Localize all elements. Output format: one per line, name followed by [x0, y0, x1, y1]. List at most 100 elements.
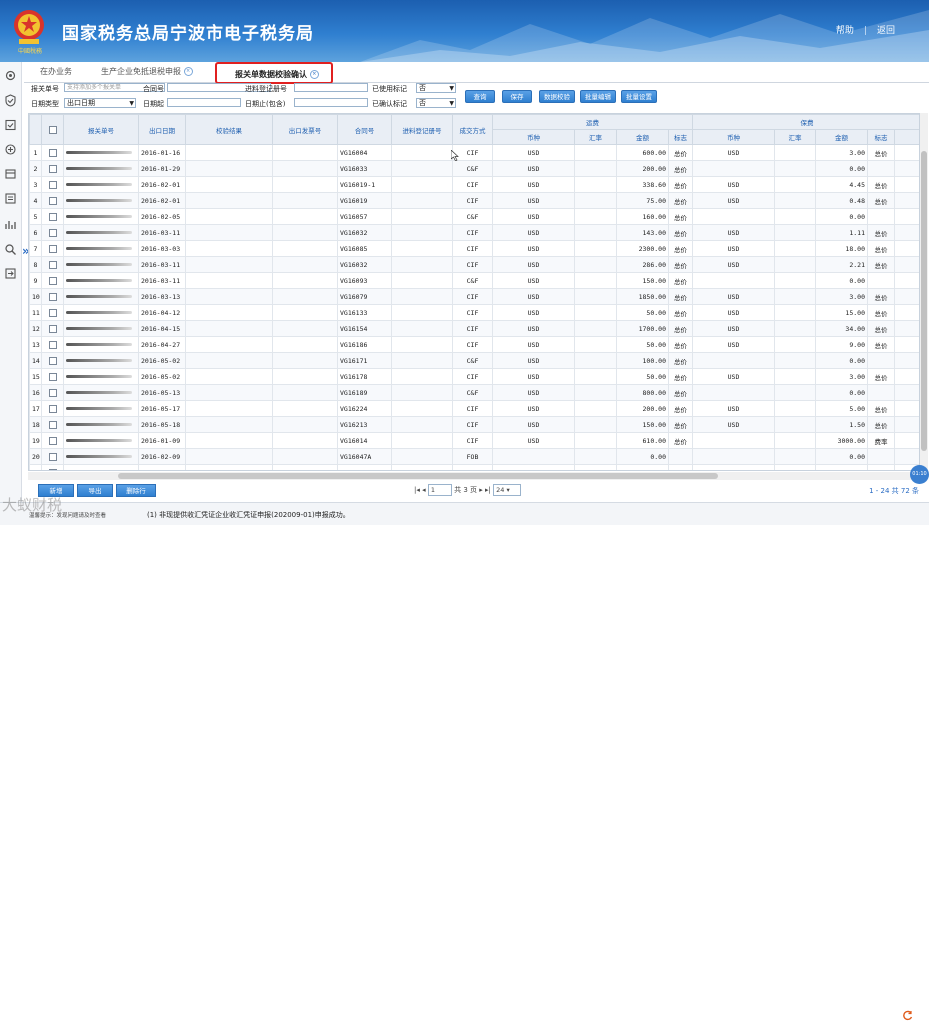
contract-no-cell[interactable]: VG16057 — [337, 208, 392, 225]
export-date-cell[interactable]: 2016-01-16 — [138, 144, 186, 161]
import-reg-cell[interactable] — [391, 304, 453, 321]
table-row[interactable]: 15 2016-05-02 VG16178 CIF USD 50.00 总价 USD 3.00 总… — [29, 368, 919, 385]
freight-amount-cell[interactable]: 600.00 — [616, 144, 669, 161]
insurance-amount-cell[interactable]: 32.48 — [815, 464, 868, 470]
contract-no-cell[interactable]: VG16178 — [337, 368, 392, 385]
row-select[interactable] — [41, 144, 64, 161]
row-number[interactable]: 19 — [29, 432, 42, 449]
freight-amount-cell[interactable]: 160.00 — [616, 208, 669, 225]
extra-cell[interactable] — [893, 160, 919, 177]
freight-amount-cell[interactable]: 0.00 — [616, 448, 669, 465]
horizontal-scrollbar[interactable] — [28, 472, 920, 480]
export-date-cell[interactable]: 2016-02-01 — [138, 192, 186, 209]
next-page-icon[interactable]: ▸ — [479, 486, 483, 494]
vertical-scrollbar[interactable] — [920, 113, 928, 471]
row-select[interactable] — [41, 160, 64, 177]
row-checkbox[interactable] — [48, 212, 57, 221]
import-reg-input[interactable] — [294, 83, 368, 92]
verify-result-cell[interactable] — [185, 272, 273, 289]
freight-rate-cell[interactable] — [574, 192, 617, 209]
invoice-no-cell[interactable] — [272, 400, 338, 417]
contract-no-cell[interactable]: VG16085 — [337, 240, 392, 257]
table-row[interactable]: 13 2016-04-27 VG16186 CIF USD 50.00 总价 USD 9.00 总… — [29, 336, 919, 353]
verify-result-cell[interactable] — [185, 384, 273, 401]
import-reg-cell[interactable] — [391, 144, 453, 161]
header-insurance-flag[interactable]: 标志 — [867, 129, 895, 145]
insurance-flag-cell[interactable]: 总价 — [867, 192, 895, 209]
scrollbar-thumb[interactable] — [921, 151, 927, 451]
insurance-flag-cell[interactable]: 总价 — [867, 416, 895, 433]
insurance-rate-cell[interactable] — [774, 400, 816, 417]
freight-rate-cell[interactable] — [574, 336, 617, 353]
table-row[interactable]: 212016-03-01VG16065CIFUSD275.00总价USD32.4… — [29, 464, 919, 470]
row-select[interactable] — [41, 464, 64, 470]
row-number[interactable]: 10 — [29, 288, 42, 305]
header-freight-flag[interactable]: 标志 — [668, 129, 693, 145]
insurance-flag-cell[interactable] — [867, 272, 895, 289]
tab-in-progress[interactable]: 在办业务 — [40, 66, 72, 77]
contract-no-cell[interactable]: VG16224 — [337, 400, 392, 417]
import-reg-cell[interactable] — [391, 400, 453, 417]
extra-cell[interactable] — [893, 256, 919, 273]
freight-amount-cell[interactable]: 150.00 — [616, 416, 669, 433]
row-select[interactable] — [41, 448, 64, 465]
delete-row-button[interactable]: 删除行 — [116, 484, 156, 497]
import-reg-cell[interactable] — [391, 224, 453, 241]
row-number[interactable]: 6 — [29, 224, 42, 241]
freight-currency-cell[interactable]: USD — [492, 368, 575, 385]
freight-currency-cell[interactable]: USD — [492, 256, 575, 273]
freight-amount-cell[interactable]: 143.00 — [616, 224, 669, 241]
trade-term-cell[interactable]: CIF — [452, 336, 493, 353]
extra-cell[interactable] — [893, 208, 919, 225]
import-reg-cell[interactable] — [391, 288, 453, 305]
batch-edit-button[interactable]: 批量编辑 — [580, 90, 616, 103]
row-number[interactable]: 5 — [29, 208, 42, 225]
import-reg-cell[interactable] — [391, 448, 453, 465]
tab-customs-data-verification[interactable]: 报关单数据校验确认 × — [215, 62, 333, 84]
insurance-amount-cell[interactable]: 0.00 — [815, 384, 868, 401]
header-export-date[interactable]: 出口日期 — [138, 114, 186, 145]
header-freight-rate[interactable]: 汇率 — [574, 129, 617, 145]
close-icon[interactable]: × — [309, 70, 319, 79]
first-page-icon[interactable]: |◂ — [414, 486, 420, 494]
import-reg-cell[interactable] — [391, 368, 453, 385]
verify-result-cell[interactable] — [185, 464, 273, 470]
insurance-flag-cell[interactable]: 总价 — [867, 224, 895, 241]
customs-no-cell[interactable] — [63, 240, 139, 257]
insurance-currency-cell[interactable]: USD — [692, 224, 775, 241]
insurance-amount-cell[interactable]: 34.00 — [815, 320, 868, 337]
export-date-cell[interactable]: 2016-03-13 — [138, 288, 186, 305]
row-select[interactable] — [41, 368, 64, 385]
row-select[interactable] — [41, 176, 64, 193]
insurance-currency-cell[interactable]: USD — [692, 176, 775, 193]
freight-flag-cell[interactable]: 总价 — [668, 384, 693, 401]
freight-rate-cell[interactable] — [574, 288, 617, 305]
insurance-flag-cell[interactable] — [867, 448, 895, 465]
freight-rate-cell[interactable] — [574, 432, 617, 449]
insurance-flag-cell[interactable]: 总价 — [867, 368, 895, 385]
insurance-rate-cell[interactable] — [774, 304, 816, 321]
freight-amount-cell[interactable]: 2300.00 — [616, 240, 669, 257]
export-date-cell[interactable]: 2016-05-02 — [138, 352, 186, 369]
freight-rate-cell[interactable] — [574, 256, 617, 273]
row-number[interactable]: 2 — [29, 160, 42, 177]
insurance-rate-cell[interactable] — [774, 384, 816, 401]
export-date-cell[interactable]: 2016-05-13 — [138, 384, 186, 401]
insurance-currency-cell[interactable] — [692, 352, 775, 369]
row-checkbox[interactable] — [48, 276, 57, 285]
export-date-cell[interactable]: 2016-02-01 — [138, 176, 186, 193]
building-icon[interactable] — [4, 167, 17, 180]
row-number[interactable]: 8 — [29, 256, 42, 273]
freight-amount-cell[interactable]: 50.00 — [616, 368, 669, 385]
freight-flag-cell[interactable]: 总价 — [668, 304, 693, 321]
insurance-currency-cell[interactable]: USD — [692, 192, 775, 209]
extra-cell[interactable] — [893, 272, 919, 289]
freight-rate-cell[interactable] — [574, 352, 617, 369]
insurance-currency-cell[interactable] — [692, 208, 775, 225]
trade-term-cell[interactable]: C&F — [452, 208, 493, 225]
scrollbar-thumb[interactable] — [118, 473, 718, 479]
extra-cell[interactable] — [893, 352, 919, 369]
export-date-cell[interactable]: 2016-04-15 — [138, 320, 186, 337]
export-date-cell[interactable]: 2016-01-09 — [138, 432, 186, 449]
row-select[interactable] — [41, 256, 64, 273]
